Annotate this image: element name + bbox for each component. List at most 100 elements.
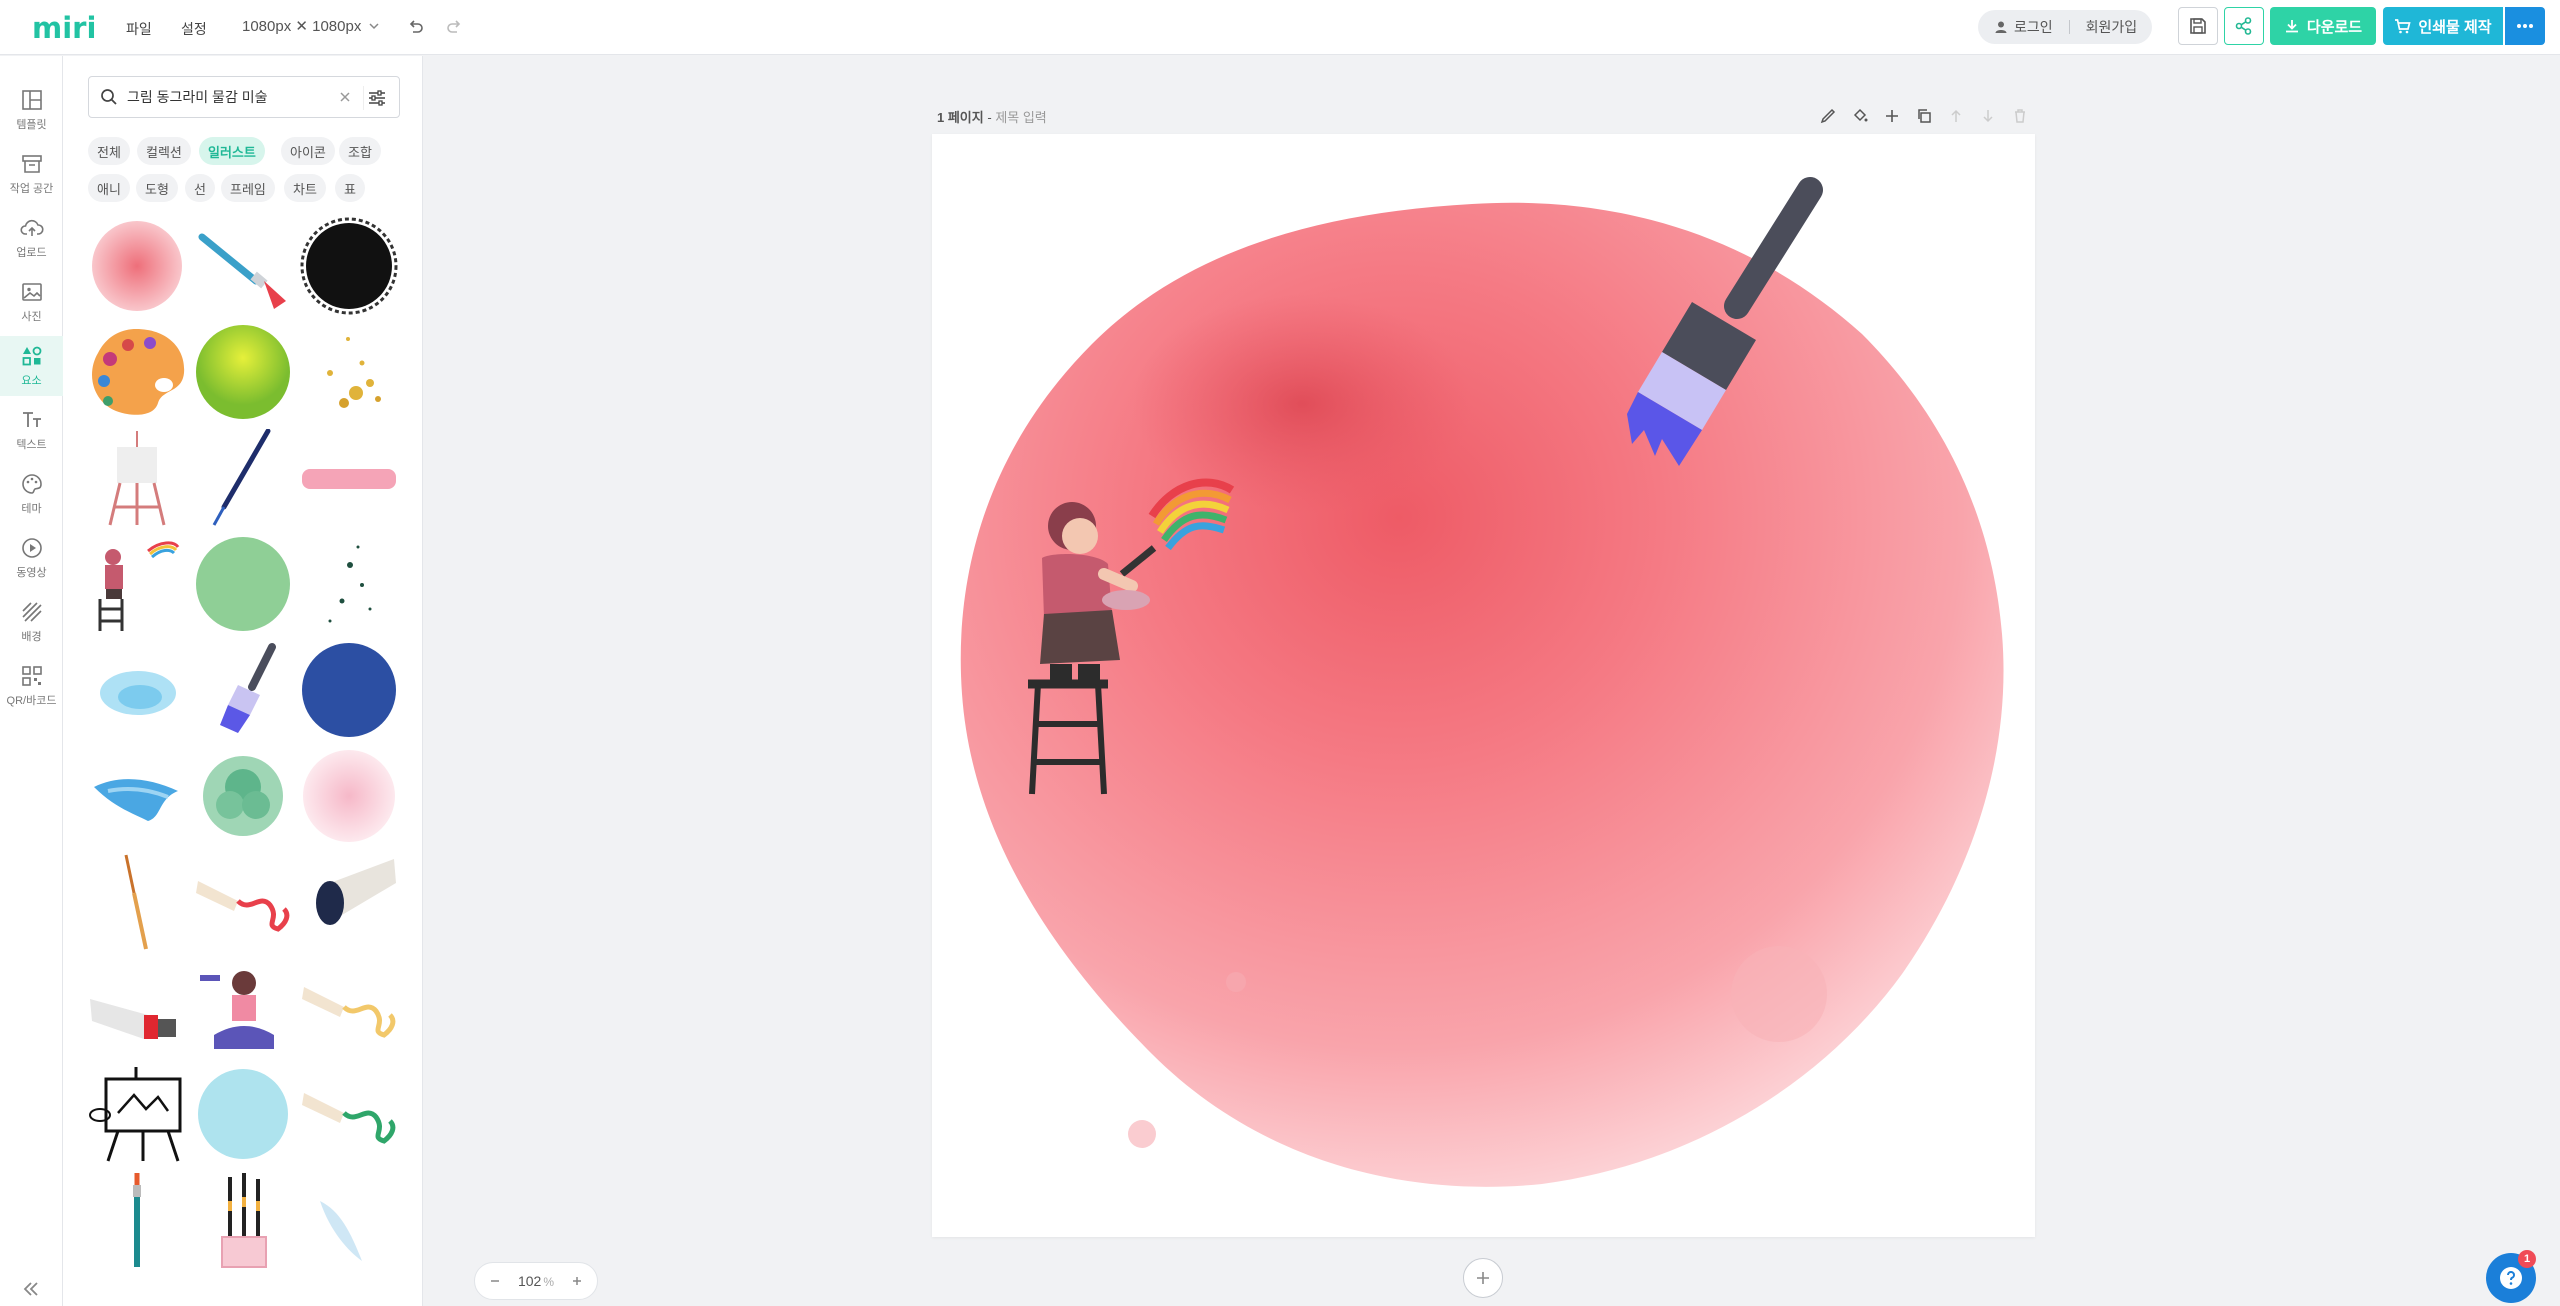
rail-item-workspace[interactable]: 작업 공간 bbox=[0, 144, 63, 204]
login-button[interactable]: 로그인 bbox=[1978, 17, 2053, 37]
thumbnail-green-paint-tube[interactable] bbox=[300, 1065, 398, 1163]
chip-illustration[interactable]: 일러스트 bbox=[199, 137, 265, 165]
add-page-button[interactable] bbox=[1463, 1258, 1503, 1298]
chip-all[interactable]: 전체 bbox=[88, 137, 130, 165]
thumbnail-brush-cup[interactable] bbox=[194, 1171, 292, 1269]
thumbnail-thin-brush[interactable] bbox=[88, 853, 186, 951]
rail-item-upload[interactable]: 업로드 bbox=[0, 208, 63, 268]
clear-search-icon[interactable] bbox=[337, 89, 353, 105]
page-toolbar bbox=[1816, 104, 2031, 127]
canvas-size-select[interactable]: 1080px ✕ 1080px bbox=[242, 17, 381, 35]
search-icon bbox=[101, 89, 117, 105]
thumbnail-black-paint-tube[interactable] bbox=[300, 853, 398, 951]
page-tool-move-up[interactable] bbox=[1944, 104, 1967, 127]
save-button[interactable] bbox=[2178, 7, 2218, 45]
upload-icon bbox=[19, 219, 44, 236]
rail-item-text[interactable]: 텍스트 bbox=[0, 400, 63, 460]
thumbnail-pink-watercolor-circle[interactable] bbox=[300, 747, 398, 845]
red-watercolor-blob[interactable] bbox=[960, 202, 2004, 1187]
undo-icon bbox=[409, 20, 423, 33]
page-title[interactable]: 1 페이지 - 제목 입력 bbox=[937, 107, 1047, 126]
undo-button[interactable] bbox=[403, 14, 429, 40]
thumbnail-cyan-watercolor-circle[interactable] bbox=[194, 1065, 292, 1163]
chip-icon[interactable]: 아이콘 bbox=[281, 137, 335, 165]
thumbnail-fine-brush[interactable] bbox=[194, 429, 292, 527]
page-tool-move-down[interactable] bbox=[1976, 104, 1999, 127]
rail-item-background[interactable]: 배경 bbox=[0, 592, 63, 652]
arrow-up-icon bbox=[1950, 109, 1961, 122]
artboard[interactable] bbox=[932, 134, 2035, 1237]
thumbnail-blue-watercolor-splash[interactable] bbox=[88, 747, 186, 845]
text-icon bbox=[22, 411, 41, 427]
thumbnail-girl-painting[interactable] bbox=[194, 959, 292, 1057]
page-tool-add[interactable] bbox=[1880, 104, 1903, 127]
filter-button[interactable] bbox=[363, 86, 389, 110]
thumbnail-black-ink-circle[interactable] bbox=[300, 217, 398, 315]
page-tool-pick[interactable] bbox=[1816, 104, 1839, 127]
page-tool-fill[interactable] bbox=[1848, 104, 1871, 127]
chip-combo[interactable]: 조합 bbox=[339, 137, 381, 165]
thumbnail-navy-circle[interactable] bbox=[300, 641, 398, 739]
share-button[interactable] bbox=[2224, 7, 2264, 45]
thumbnail-green-circle[interactable] bbox=[194, 535, 292, 633]
zoom-in-icon[interactable] bbox=[571, 1275, 583, 1287]
zoom-out-icon[interactable] bbox=[489, 1275, 501, 1287]
chip-collection[interactable]: 컬렉션 bbox=[137, 137, 191, 165]
menu-file[interactable]: 파일 bbox=[126, 19, 152, 39]
thumbnail-red-paint-tube[interactable] bbox=[194, 853, 292, 951]
thumbnail-paint-brush[interactable] bbox=[194, 217, 292, 315]
thumbnail-blue-watercolor-cloud[interactable] bbox=[88, 641, 186, 739]
save-icon bbox=[2190, 18, 2206, 34]
signup-button[interactable]: 회원가입 bbox=[2086, 17, 2138, 37]
help-button[interactable]: 1 bbox=[2486, 1250, 2536, 1303]
rail-item-elements[interactable]: 요소 bbox=[0, 336, 63, 396]
thumbnail-red-watercolor-circle[interactable] bbox=[88, 217, 186, 315]
rail-item-photo[interactable]: 사진 bbox=[0, 272, 63, 332]
more-icon bbox=[2517, 24, 2533, 28]
paint-bucket-icon bbox=[1853, 108, 1867, 121]
thumbnail-paint-palette[interactable] bbox=[88, 323, 186, 421]
thumbnail-gold-splatter[interactable] bbox=[300, 323, 398, 421]
collapse-panel-icon[interactable] bbox=[20, 1278, 42, 1300]
chip-shape[interactable]: 도형 bbox=[136, 174, 178, 202]
rail-item-template[interactable]: 템플릿 bbox=[0, 80, 63, 140]
redo-button[interactable] bbox=[441, 14, 467, 40]
thumbnail-drawing-board[interactable] bbox=[88, 1065, 186, 1163]
page-tool-delete[interactable] bbox=[2008, 104, 2031, 127]
search-input[interactable] bbox=[127, 89, 327, 105]
background-icon bbox=[21, 601, 42, 622]
app-logo[interactable]: miri bbox=[32, 11, 96, 45]
download-button[interactable]: 다운로드 bbox=[2270, 7, 2376, 45]
share-icon bbox=[2235, 17, 2252, 35]
thumbnail-pink-brush-stroke[interactable] bbox=[300, 429, 398, 527]
thumbnail-flat-brush[interactable] bbox=[194, 641, 292, 739]
page-tool-duplicate[interactable] bbox=[1912, 104, 1935, 127]
chip-anime[interactable]: 애니 bbox=[88, 174, 130, 202]
divider bbox=[2068, 20, 2070, 34]
rail-item-theme[interactable]: 테마 bbox=[0, 464, 63, 524]
thumbnail-dot-splatter[interactable] bbox=[300, 535, 398, 633]
rail-label: 업로드 bbox=[16, 246, 47, 259]
thumbnail-easel[interactable] bbox=[88, 429, 186, 527]
rail-item-video[interactable]: 동영상 bbox=[0, 528, 63, 588]
thumbnail-lime-watercolor-circle[interactable] bbox=[194, 323, 292, 421]
print-order-label: 인쇄물 제작 bbox=[2418, 18, 2492, 36]
thumbnail-green-watercolor-flower[interactable] bbox=[194, 747, 292, 845]
chip-table[interactable]: 표 bbox=[335, 174, 365, 202]
zoom-value: 102 bbox=[517, 1273, 542, 1289]
thumbnail-red-tube[interactable] bbox=[88, 959, 186, 1057]
menu-settings[interactable]: 설정 bbox=[181, 19, 207, 39]
rail-label: 사진 bbox=[21, 310, 42, 323]
page-title-placeholder[interactable]: 제목 입력 bbox=[995, 110, 1046, 125]
print-order-button[interactable]: 인쇄물 제작 bbox=[2383, 7, 2503, 45]
chip-frame[interactable]: 프레임 bbox=[221, 174, 275, 202]
chip-line[interactable]: 선 bbox=[185, 174, 215, 202]
thumbnail-yellow-paint-tube[interactable] bbox=[300, 959, 398, 1057]
more-button[interactable] bbox=[2505, 7, 2545, 45]
chip-chart[interactable]: 차트 bbox=[284, 174, 326, 202]
zoom-value-wrap[interactable]: 102% bbox=[518, 1273, 554, 1289]
rail-item-qr[interactable]: QR/바코드 bbox=[0, 656, 63, 716]
thumbnail-light-blue-splash[interactable] bbox=[300, 1171, 398, 1269]
thumbnail-teal-brush[interactable] bbox=[88, 1171, 186, 1269]
thumbnail-painter-on-ladder[interactable] bbox=[88, 535, 186, 633]
